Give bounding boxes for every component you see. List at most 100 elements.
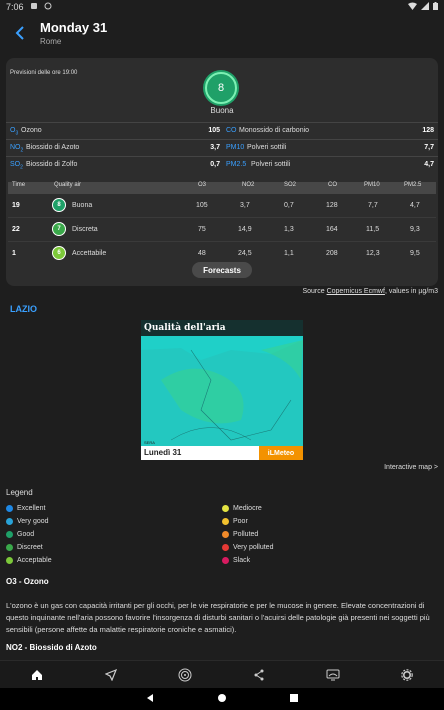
aqi-row-badge: 8 [52,198,66,212]
row-co: 164 [326,226,338,233]
legend-label: Mediocre [233,505,262,512]
back-button[interactable] [0,14,40,52]
forecasts-button[interactable]: Forecasts [192,262,252,278]
column-header: PM2.5 [404,182,422,188]
column-header: NO2 [242,182,255,188]
system-recents-button[interactable] [289,690,299,708]
column-header: CO [328,182,337,188]
interactive-map-link[interactable]: Interactive map > [384,464,438,471]
back-arrow-icon [15,26,24,40]
source-prefix: Source [302,288,325,295]
legend-item: Discreet [6,544,43,551]
status-bar: 7:06 [0,0,444,14]
row-time: 22 [12,226,20,233]
app-bar: Monday 31 Rome [0,14,444,52]
legend-item: Good [6,531,34,538]
nav-home[interactable] [22,663,52,687]
pollutant-abbr: PM10 [226,144,245,151]
no2-heading: NO2 - Biossido di Azoto [6,643,97,652]
row-pm10: 7,7 [368,202,378,209]
page-title: Monday 31 [40,20,108,35]
row-o3: 75 [198,226,206,233]
row-so2: 1,1 [284,250,294,257]
pollutant-row: NO2 Biossido di Azoto 3,7 PM10 Polveri s… [6,139,438,156]
legend-label: Good [17,531,35,538]
pollutant-value: 4,7 [424,161,434,168]
row-aqi: 8 [57,202,61,208]
row-o3: 48 [198,250,206,257]
column-header: O3 [198,182,207,188]
pollutant-row: O3 Ozono 105 CO Monossido di carbonio 12… [6,122,438,139]
ozone-heading: O3 - Ozono [6,577,49,586]
radar-icon [178,668,192,681]
legend-label: Slack [233,557,251,564]
aqi-value: 8 [217,82,225,94]
column-header: SO2 [284,182,297,188]
legend-label: Discreet [17,544,43,551]
legend-item: Slack [222,557,250,564]
back-triangle-icon [147,694,153,702]
share-icon [254,669,264,680]
legend-dot [222,518,229,525]
legend-dot [6,557,13,564]
ozone-description: L'ozono è un gas con capacità irritanti … [6,601,430,634]
legend-item: Polluted [222,531,258,538]
content-scroll[interactable]: Previsioni delle ore 19:00 8 Buona O3 Oz… [0,52,444,660]
nav-settings[interactable] [392,663,422,687]
nav-location[interactable] [96,663,126,687]
map-sera: SERA [144,440,155,445]
legend-item: Very polluted [222,544,273,551]
pollutant-abbr: CO [226,127,237,134]
legend-item: Mediocre [222,505,262,512]
row-label: Buona [72,202,93,209]
row-aqi: 6 [57,250,61,256]
column-header: PM10 [364,182,380,188]
row-co: 208 [326,250,338,257]
column-header: Time [12,182,26,188]
legend-label: Poor [233,518,248,525]
legend-dot [222,557,229,564]
row-co: 128 [326,202,338,209]
map-title: Qualità dell'aria [141,320,303,336]
row-no2: 14,9 [238,226,252,233]
clock: 7:06 [6,2,24,12]
row-so2: 1,3 [284,226,294,233]
home-circle-icon [218,694,226,702]
legend-item: Very good [6,518,49,525]
wifi-icon [408,2,417,12]
legend-dot [222,505,229,512]
legend-dot [222,544,229,551]
legend-dot [222,531,229,538]
recents-square-icon [290,694,298,702]
notification-icon [30,2,38,12]
settings-icon [401,668,413,681]
pollutant-name: Monossido di carbonio [239,127,310,134]
pollutant-row: SO2 Biossido di Zolfo 0,7 PM2.5 Polveri … [6,156,438,173]
nav-radar[interactable] [170,663,200,687]
row-pm25: 4,7 [410,202,420,209]
forecast-table: Time Quality air O3 NO2 SO2 CO PM10 PM2.… [8,182,436,266]
forecast-time: Previsioni delle ore 19:00 [10,70,78,76]
system-home-button[interactable] [217,690,227,708]
legend-dot [6,544,13,551]
aqi-badge: 8 [205,72,237,104]
legend-label: Very polluted [233,544,274,551]
bottom-navigation [0,660,444,688]
source-link[interactable]: Copernicus Ecmwf [327,288,385,295]
source-suffix: , values in µg/m3 [384,288,438,295]
pollutant-value: 128 [422,127,434,134]
air-quality-map[interactable]: Qualità dell'aria SERA Lunedì 31 iLMeteo [141,320,303,460]
legend-label: Excellent [17,505,46,512]
home-icon [32,669,42,680]
nav-maps[interactable] [318,663,348,687]
nav-share[interactable] [244,663,274,687]
ilmeteo-logo: iLMeteo [259,446,303,460]
page-subtitle: Rome [40,37,62,46]
aqi-label: Buona [210,106,234,115]
pollutant-value: 7,7 [424,144,434,151]
row-pm10: 12,3 [366,250,380,257]
legend-label: Acceptable [17,557,52,564]
column-header: Quality air [54,182,82,188]
table-row: 22 7 Discreta 75 14,9 1,3 164 11,5 9,3 [8,218,436,242]
system-back-button[interactable] [145,690,155,708]
